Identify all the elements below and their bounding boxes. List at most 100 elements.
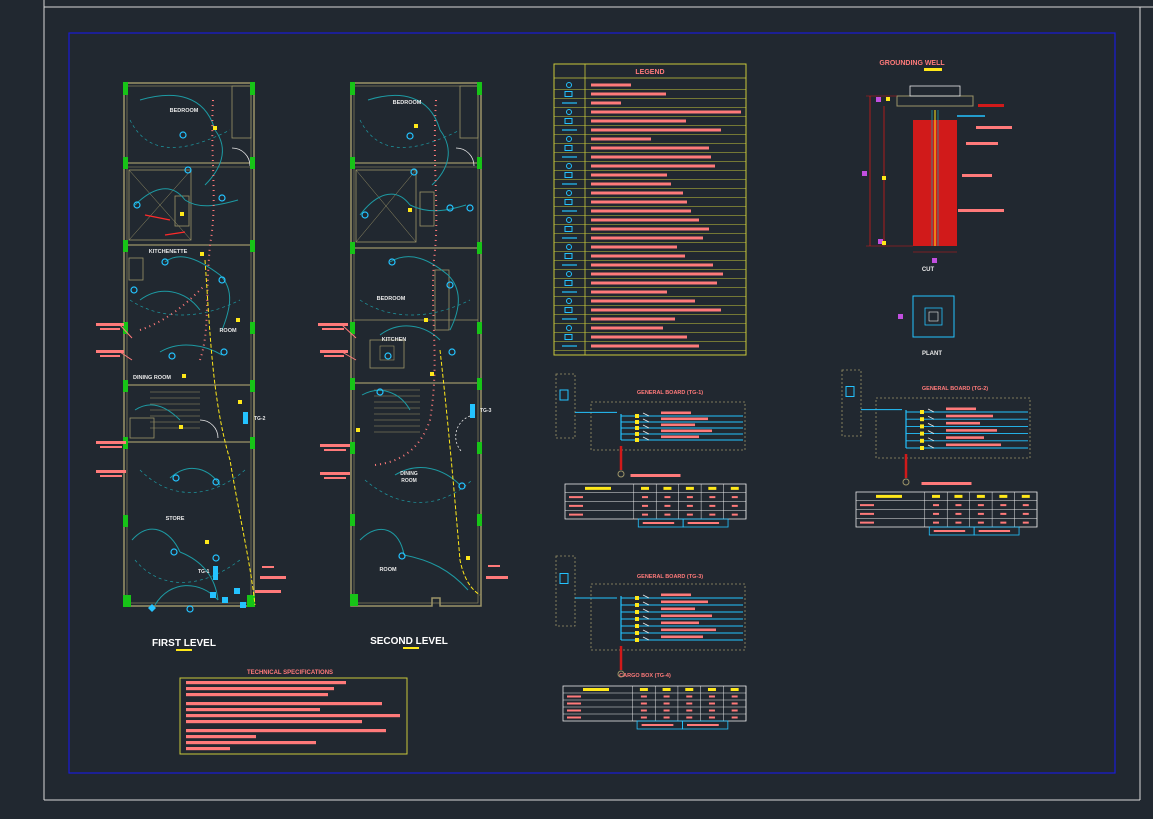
second-level-room-bedroom-mid: BEDROOM [377,296,406,302]
table-cell [977,512,984,515]
board-circuit-label [661,600,708,604]
legend-row-description [591,218,699,222]
table-row-label [567,702,581,705]
second-level-title: SECOND LEVEL [370,636,448,647]
table-cell [731,709,738,712]
table-cell [709,496,716,499]
legend-row-description [591,128,721,132]
table-cell [640,709,647,712]
table-title-line [921,482,972,485]
first-level-room-store: STORE [166,516,185,522]
legend-row-description [591,119,686,123]
board-breaker [920,438,924,443]
legend-row-description [591,227,709,231]
board-circuit-label [661,614,712,618]
table-header-cell [976,494,985,498]
tech-spec-line [186,708,320,712]
board-breaker [635,414,639,418]
table-cell [640,695,647,698]
board-breaker [635,624,639,628]
table-cell [663,709,670,712]
table-cell [1000,521,1007,524]
table-header-cell [932,494,941,498]
grounding-well-cut-label: CUT [922,267,935,273]
first-level-room-dining: DINING ROOM [133,375,171,381]
first-level-room-room: ROOM [219,328,237,334]
first-level-label-tg1: TG-1 [198,569,210,575]
legend-row-description [591,200,687,204]
legend-row-description [591,137,651,141]
table-header-cell [954,494,963,498]
general-board-tg1-title: GENERAL BOARD (TG-1) [637,390,703,396]
table-header-cell [583,688,609,691]
tech-spec-line [186,681,346,685]
table-cell [664,504,671,507]
board-circuit-label [661,423,695,427]
table-cell [708,702,715,705]
board-breaker [635,610,639,614]
table-cell [640,716,647,719]
board-breaker [920,431,924,436]
table-cell [686,496,693,499]
table-cell [933,504,940,507]
board-circuit-label [661,429,712,433]
board-circuit-label [661,435,699,439]
board-circuit-label [946,414,993,418]
table-cell [686,513,693,516]
legend-row-description [591,236,703,240]
table-cell [977,504,984,507]
table-cell [686,709,693,712]
table-cell [1022,512,1029,515]
board-breaker [635,617,639,621]
table-header-cell [876,494,902,498]
table-cell [731,513,738,516]
table-row-label [567,695,581,698]
table-cell [642,496,649,499]
second-level-room-dining-1: DINING [400,471,418,477]
board-breaker [920,424,924,429]
general-board-tg3-title: GENERAL BOARD (TG-3) [637,574,703,580]
board-circuit-label [946,421,980,425]
second-level-room-bedroom-top: BEDROOM [393,100,422,106]
table-cell [709,504,716,507]
board-breaker [635,420,639,424]
legend-row-description [591,335,687,339]
tech-spec-line [186,747,230,751]
table-row-label [567,709,581,712]
cad-drawing-sheet: BEDROOM KITCHENETTE ROOM DINING ROOM STO… [0,0,1153,819]
general-board-tg2-title: GENERAL BOARD (TG-2) [922,386,988,392]
table-header-cell [685,486,694,490]
table-cell [642,513,649,516]
first-level-board-tg2 [243,412,248,424]
board-circuit-label [946,443,1001,447]
legend-title: LEGEND [635,69,664,76]
table-header-cell [685,688,694,691]
table-cell [663,695,670,698]
table-cell [731,496,738,499]
table-header-cell [662,688,671,691]
table-cell [664,513,671,516]
table-header-cell [1021,494,1030,498]
tech-spec-line [186,693,328,697]
table-header-cell [639,688,648,691]
legend-row-description [591,344,699,348]
legend-row-description [591,83,631,87]
legend-row-description [591,263,713,267]
table-header-cell [999,494,1008,498]
table-cell [663,702,670,705]
table-cell [686,716,693,719]
table-header-cell [641,486,650,490]
board-breaker [920,446,924,450]
second-level-room-room: ROOM [379,567,397,573]
legend-row-description [591,146,709,150]
table-header-cell [730,688,739,691]
table-cell [708,709,715,712]
board-breaker [920,417,924,422]
table-total-value [933,530,966,532]
technical-specifications-title: TECHNICAL SPECIFICATIONS [247,670,333,676]
board-breaker [920,410,924,414]
table-header-cell [730,486,739,490]
legend-row-description [591,101,621,105]
table-cell [933,521,940,524]
legend-row-description [591,182,671,186]
